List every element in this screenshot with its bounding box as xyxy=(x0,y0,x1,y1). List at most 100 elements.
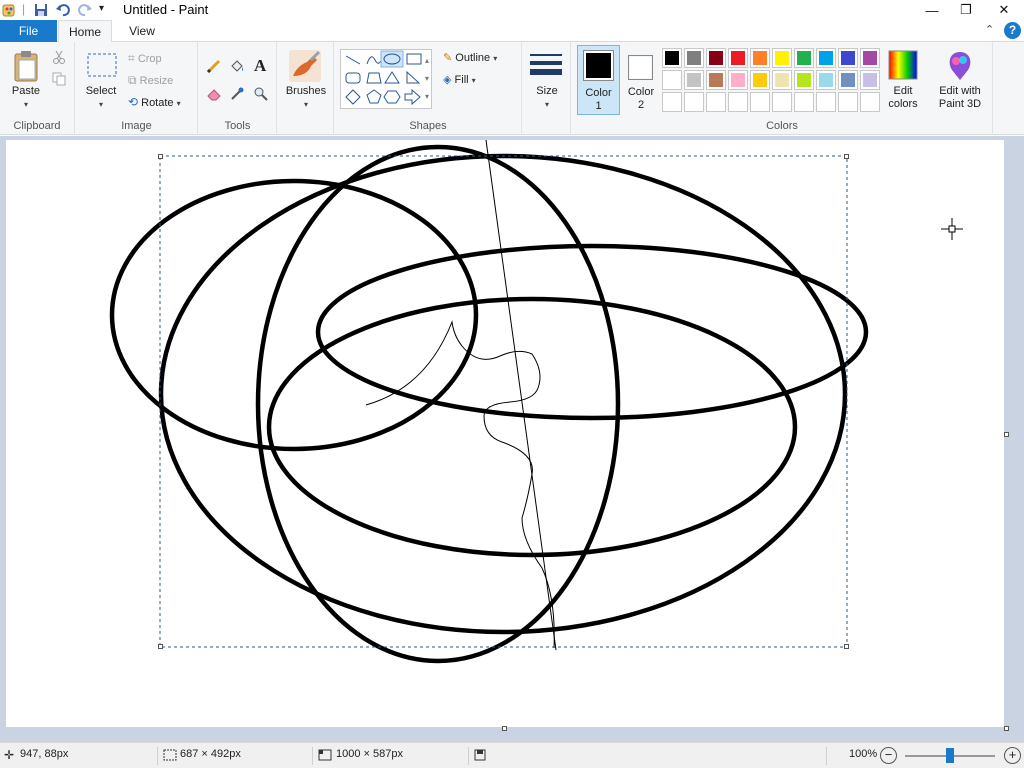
palette-color-swatch[interactable] xyxy=(838,48,858,68)
zoom-out-button[interactable]: − xyxy=(880,747,897,764)
palette-color-swatch[interactable] xyxy=(728,48,748,68)
minimize-button[interactable]: — xyxy=(917,0,947,20)
palette-custom-slot[interactable] xyxy=(794,92,814,112)
selection-size: 687 × 492px xyxy=(180,748,241,760)
palette-custom-slot[interactable] xyxy=(750,92,770,112)
canvas-resize-handle-bottom[interactable] xyxy=(502,726,507,731)
close-button[interactable]: ✕ xyxy=(989,0,1019,20)
palette-color-swatch[interactable] xyxy=(684,48,704,68)
shapes-scroll-buttons[interactable]: ▴ ▾ ▾ xyxy=(425,52,429,106)
selection-handle-tr[interactable] xyxy=(844,154,849,159)
tab-view[interactable]: View xyxy=(118,20,166,43)
canvas-workspace[interactable] xyxy=(0,136,1024,742)
selection-size-icon xyxy=(163,749,177,761)
palette-custom-slot[interactable] xyxy=(684,92,704,112)
palette-color-swatch[interactable] xyxy=(662,70,682,90)
palette-color-fill xyxy=(753,51,767,65)
edit-colors-button[interactable]: Edit colors xyxy=(880,85,926,111)
customize-qat-icon[interactable]: ▾ xyxy=(99,3,104,14)
shapes-gallery-icons xyxy=(345,50,422,106)
select-icon[interactable] xyxy=(86,52,118,80)
edit-colors-icon[interactable] xyxy=(888,50,918,80)
palette-color-swatch[interactable] xyxy=(794,48,814,68)
palette-color-swatch[interactable] xyxy=(816,70,836,90)
palette-custom-slot[interactable] xyxy=(706,92,726,112)
zoom-in-button[interactable]: + xyxy=(1004,747,1021,764)
brushes-button[interactable]: Brushes ▾ xyxy=(281,85,331,111)
palette-custom-slot[interactable] xyxy=(662,92,682,112)
eraser-icon[interactable] xyxy=(206,86,222,102)
paint-app-icon[interactable] xyxy=(2,2,16,18)
paste-icon[interactable] xyxy=(12,50,42,84)
undo-icon[interactable] xyxy=(55,2,71,18)
palette-color-swatch[interactable] xyxy=(860,48,880,68)
palette-color-swatch[interactable] xyxy=(684,70,704,90)
palette-color-swatch[interactable] xyxy=(838,70,858,90)
fill-icon: ◈ xyxy=(443,74,452,86)
selection-handle-bl[interactable] xyxy=(158,644,163,649)
palette-custom-slot[interactable] xyxy=(816,92,836,112)
palette-custom-slot[interactable] xyxy=(772,92,792,112)
tab-home[interactable]: Home xyxy=(58,20,112,43)
qat-separator: | xyxy=(22,2,26,16)
palette-custom-slot[interactable] xyxy=(838,92,858,112)
drawing-canvas[interactable] xyxy=(6,139,1004,727)
palette-color-swatch[interactable] xyxy=(706,70,726,90)
triangle-shape-icon xyxy=(384,71,400,84)
palette-color-swatch[interactable] xyxy=(706,48,726,68)
help-button[interactable]: ? xyxy=(1004,22,1021,39)
palette-color-swatch[interactable] xyxy=(860,70,880,90)
canvas-drawing[interactable] xyxy=(6,139,1004,727)
color-picker-icon[interactable] xyxy=(229,86,245,102)
selection-handle-tl[interactable] xyxy=(158,154,163,159)
palette-color-swatch[interactable] xyxy=(772,48,792,68)
cut-icon[interactable] xyxy=(52,50,66,64)
canvas-size-icon xyxy=(318,749,332,761)
palette-color-swatch[interactable] xyxy=(728,70,748,90)
fill-button[interactable]: ◈ Fill ▾ xyxy=(443,72,476,88)
diamond-shape-icon xyxy=(345,89,361,105)
fill-bucket-icon[interactable] xyxy=(229,58,245,74)
size-button[interactable]: Size ▾ xyxy=(525,85,569,111)
palette-color-swatch[interactable] xyxy=(662,48,682,68)
palette-color-swatch[interactable] xyxy=(816,48,836,68)
size-icon[interactable] xyxy=(530,52,562,80)
palette-color-fill xyxy=(775,73,789,87)
palette-color-swatch[interactable] xyxy=(772,70,792,90)
brushes-group: Brushes ▾ xyxy=(278,42,334,135)
canvas-resize-handle-corner[interactable] xyxy=(1004,726,1009,731)
palette-custom-slot[interactable] xyxy=(860,92,880,112)
palette-color-fill xyxy=(709,51,723,65)
paint3d-icon[interactable] xyxy=(946,50,974,82)
magnifier-icon[interactable] xyxy=(253,86,269,102)
zoom-level: 100% xyxy=(849,748,878,760)
text-tool-icon[interactable]: A xyxy=(254,56,266,76)
palette-color-swatch[interactable] xyxy=(794,70,814,90)
tab-file[interactable]: File xyxy=(0,20,57,42)
palette-custom-slot[interactable] xyxy=(728,92,748,112)
redo-icon[interactable] xyxy=(77,2,93,18)
copy-icon[interactable] xyxy=(52,72,66,86)
collapse-ribbon-icon[interactable]: ⌃ xyxy=(985,23,994,36)
crosshair-cursor-center xyxy=(948,225,956,233)
cursor-position-icon: ✛ xyxy=(4,748,15,762)
arrow-shape-icon xyxy=(404,88,421,106)
brushes-icon[interactable] xyxy=(287,48,323,84)
pencil-icon[interactable] xyxy=(206,58,222,74)
selection-handle-br[interactable] xyxy=(844,644,849,649)
crop-button[interactable]: ⌗ Crop xyxy=(128,50,162,66)
select-button[interactable]: Select ▾ xyxy=(81,85,121,111)
zoom-slider-thumb[interactable] xyxy=(946,748,954,763)
image-group: Select ▾ ⌗ Crop ⧉ Resize ⟲ Rotate ▾ Image xyxy=(76,42,198,135)
palette-color-swatch[interactable] xyxy=(750,48,770,68)
edit-with-paint3d-button[interactable]: Edit with Paint 3D xyxy=(932,85,988,111)
rotate-button[interactable]: ⟲ Rotate ▾ xyxy=(128,94,181,110)
crop-icon: ⌗ xyxy=(128,51,135,65)
outline-button[interactable]: ✎ Outline ▾ xyxy=(443,50,497,66)
paste-button[interactable]: Paste ▾ xyxy=(6,85,46,111)
save-icon[interactable] xyxy=(33,2,49,18)
resize-button[interactable]: ⧉ Resize xyxy=(128,72,173,88)
palette-color-swatch[interactable] xyxy=(750,70,770,90)
restore-button[interactable]: ❐ xyxy=(951,0,981,20)
canvas-resize-handle-right[interactable] xyxy=(1004,432,1009,437)
